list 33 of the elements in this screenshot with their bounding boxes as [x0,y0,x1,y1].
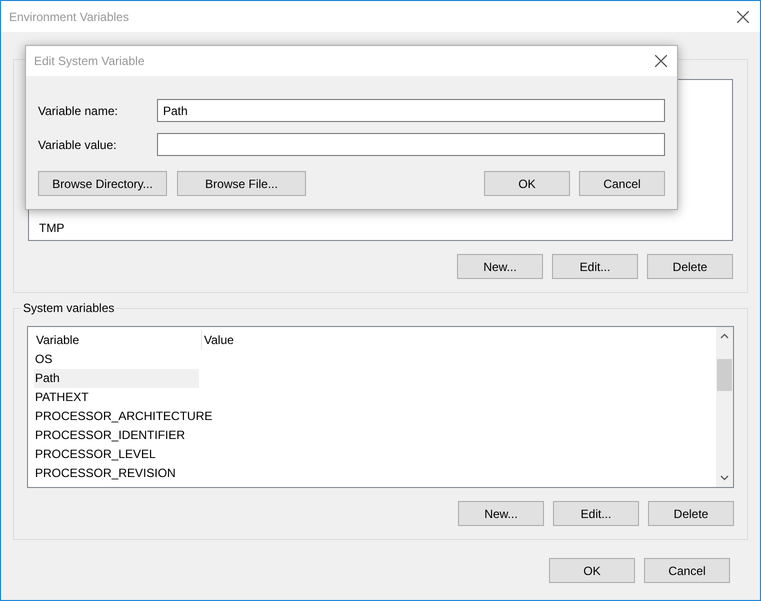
dialog-button[interactable]: Cancel [579,171,665,196]
column-header[interactable]: Variable [34,330,202,350]
scrollbar[interactable] [716,327,733,487]
dialog-button[interactable]: Browse Directory... [38,171,167,196]
dialog-button[interactable]: Edit... [553,501,639,526]
close-icon[interactable] [737,10,749,22]
dialog-button[interactable]: OK [484,171,570,196]
list-item[interactable]: PROCESSOR_IDENTIFIER [34,426,199,445]
scrollbar-thumb[interactable] [717,359,732,391]
field-label: Variable name: [38,102,119,120]
list-item[interactable]: TMP [39,219,732,238]
list-item[interactable]: PATHEXT [34,388,199,407]
window-title: Environment Variables [9,8,129,26]
dialog-button[interactable]: OK [549,558,635,583]
dialog-title: Edit System Variable [34,53,144,70]
dialog-button[interactable]: New... [458,501,544,526]
list-item[interactable]: PROCESSOR_REVISION [34,464,199,483]
input-field[interactable] [157,133,665,156]
input-field[interactable]: Path [157,99,665,122]
field-label: Variable value: [38,136,118,154]
list-item[interactable]: PROCESSOR_ARCHITECTURE [34,407,214,426]
list-item[interactable]: Path [34,369,199,388]
dialog-button[interactable]: New... [457,254,543,279]
column-header[interactable]: Value [202,330,716,350]
dialog-button[interactable]: Delete [648,501,734,526]
close-icon[interactable] [655,55,667,67]
list-item[interactable]: PROCESSOR_LEVEL [34,445,199,464]
dialog-button[interactable]: Cancel [644,558,730,583]
list-item[interactable]: OS [34,350,199,369]
dialog-button[interactable]: Edit... [552,254,638,279]
group-label: System variables [21,300,116,316]
dialog-button[interactable]: Browse File... [177,171,306,196]
dialog-button[interactable]: Delete [647,254,733,279]
